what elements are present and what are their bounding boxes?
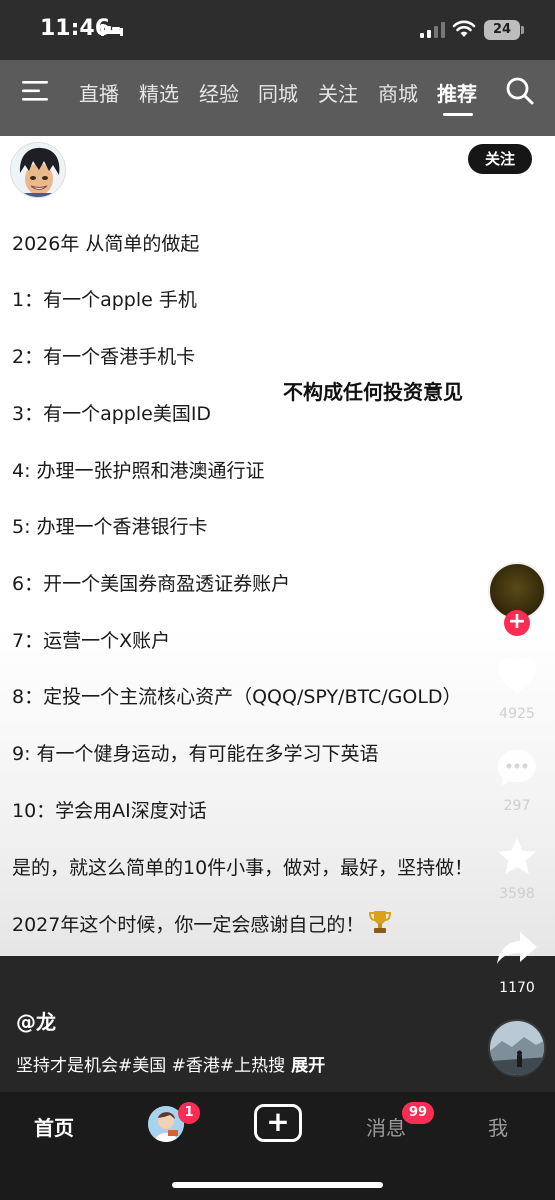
caption-text: 坚持才是机会#美国 #香港#上热搜	[16, 1056, 286, 1076]
search-icon[interactable]	[505, 76, 535, 106]
post-line-3: 3：有一个apple美国ID	[12, 403, 212, 425]
cellular-signal-icon	[420, 22, 445, 38]
post-line-9: 9: 有一个健身运动，有可能在多学习下英语	[12, 743, 379, 765]
expand-caption-button[interactable]: 展开	[291, 1056, 325, 1076]
like-heart-icon[interactable]	[495, 654, 539, 698]
tab-home[interactable]: 首页	[34, 1112, 74, 1141]
tab-messages[interactable]: 消息	[366, 1112, 406, 1141]
sleep-focus-icon	[101, 24, 123, 36]
author-username[interactable]: @龙	[16, 1006, 56, 1035]
post-line-6: 6：开一个美国券商盈透证券账户	[12, 573, 291, 595]
post-content[interactable]: 关注 2026年 从简单的做起 1：有一个apple 手机 2：有一个香港手机卡…	[0, 136, 555, 956]
wifi-icon	[452, 20, 476, 37]
post-line-5: 5: 办理一个香港银行卡	[12, 516, 208, 538]
post-line-4: 4: 办理一张护照和港澳通行证	[12, 460, 265, 482]
messages-badge: 99	[402, 1102, 434, 1124]
tab-local[interactable]: 同城	[258, 78, 298, 107]
post-line-2: 2：有一个香港手机卡	[12, 346, 196, 368]
post-line-title: 2026年 从简单的做起	[12, 233, 200, 255]
caption-area: @龙 坚持才是机会#美国 #香港#上热搜 展开	[0, 956, 555, 1092]
battery-indicator: 24	[484, 20, 520, 40]
bottom-tab-bar: 首页 1 + 消息 99 我	[0, 1092, 555, 1200]
post-line-7: 7：运营一个X账户	[12, 630, 171, 652]
share-count: 1170	[499, 980, 535, 996]
post-line-conclusion: 是的，就这么简单的10件小事，做对，最好，坚持做！	[12, 857, 474, 879]
tab-recommended[interactable]: 推荐	[437, 78, 477, 107]
comment-count: 297	[503, 798, 531, 814]
tab-me[interactable]: 我	[488, 1112, 508, 1141]
active-tab-indicator	[443, 113, 473, 116]
video-caption[interactable]: 坚持才是机会#美国 #香港#上热搜 展开	[16, 1051, 325, 1076]
status-bar: 11:46 24	[0, 0, 555, 60]
author-avatar[interactable]	[10, 142, 66, 198]
follow-plus-button[interactable]: +	[504, 610, 530, 636]
favorite-count: 3598	[499, 886, 535, 902]
comment-icon[interactable]	[495, 746, 539, 790]
battery-nub	[521, 26, 524, 34]
follow-button[interactable]: 关注	[468, 144, 532, 174]
post-closing-text: 2027年这个时候，你一定会感谢自己的！	[12, 914, 365, 936]
post-line-10: 10：学会用AI深度对话	[12, 800, 207, 822]
create-button[interactable]: +	[254, 1104, 302, 1142]
tab-following[interactable]: 关注	[318, 78, 358, 107]
post-line-closing: 2027年这个时候，你一定会感谢自己的！	[12, 909, 392, 937]
top-nav: 直播 精选 经验 同城 关注 商城 推荐	[0, 60, 555, 136]
tab-live[interactable]: 直播	[79, 78, 119, 107]
action-rail: + 4925 297 3598 1170	[485, 560, 555, 1090]
plus-icon: +	[266, 1105, 290, 1138]
share-icon[interactable]	[495, 926, 539, 970]
menu-icon[interactable]	[22, 80, 50, 102]
home-indicator	[172, 1182, 383, 1188]
status-time: 11:46	[40, 16, 111, 41]
anime-avatar-illustration	[11, 143, 65, 197]
tab-featured[interactable]: 精选	[139, 78, 179, 107]
post-line-8: 8：定投一个主流核心资产（QQQ/SPY/BTC/GOLD）	[12, 686, 462, 708]
trophy-icon	[369, 911, 392, 933]
friends-badge: 1	[178, 1102, 200, 1124]
tab-mall[interactable]: 商城	[378, 78, 418, 107]
favorite-star-icon[interactable]	[495, 835, 539, 879]
like-count: 4925	[499, 706, 535, 722]
post-line-1: 1：有一个apple 手机	[12, 289, 197, 311]
disclaimer-text: 不构成任何投资意见	[283, 380, 463, 404]
tab-experience[interactable]: 经验	[199, 78, 239, 107]
